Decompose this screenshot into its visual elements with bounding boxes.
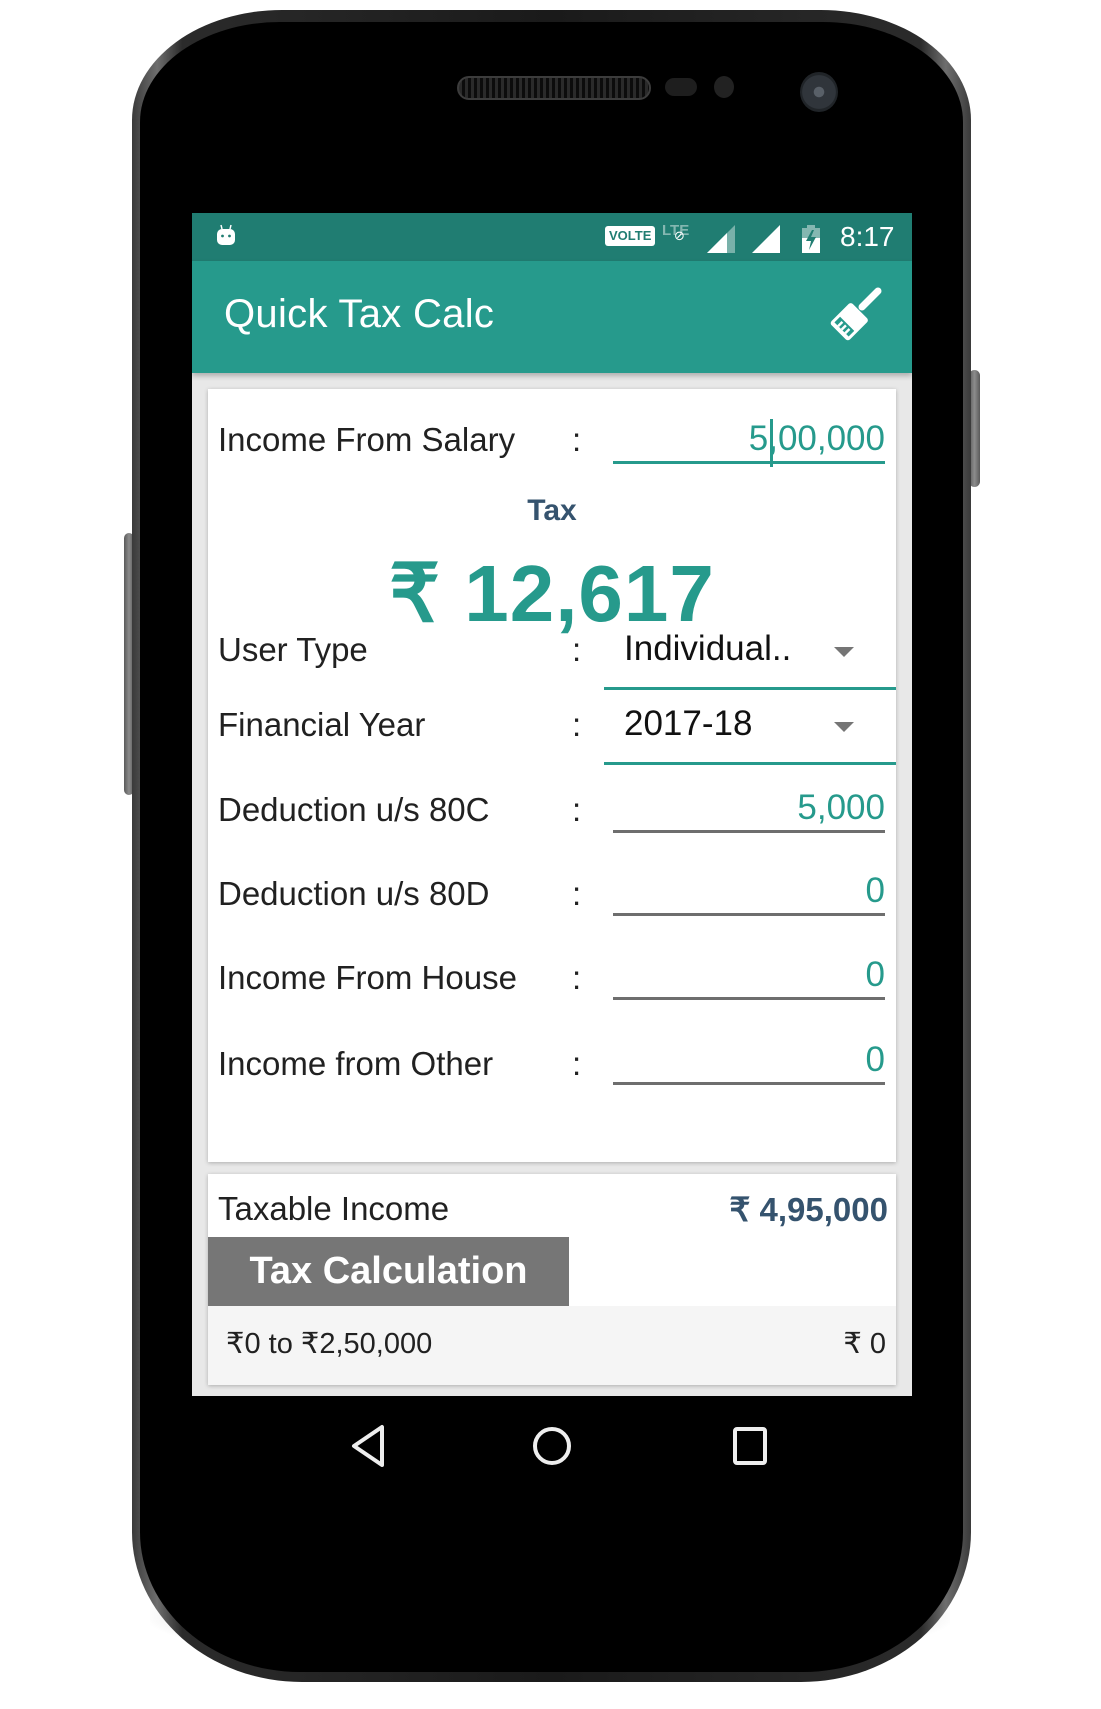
- recents-icon[interactable]: [722, 1421, 778, 1471]
- volte-badge: VOLTE: [605, 226, 656, 246]
- dropdown-arrow-icon: [834, 722, 854, 732]
- user-type-dropdown[interactable]: Individual..: [604, 617, 896, 690]
- earpiece-speaker: [457, 76, 651, 100]
- separator: :: [572, 421, 582, 458]
- android-robot-icon: [217, 224, 235, 245]
- battery-charging-icon: [802, 225, 820, 253]
- deduction-80c-label: Deduction u/s 80C: [218, 791, 490, 828]
- income-other-label: Income from Other: [218, 1045, 494, 1082]
- separator: :: [572, 959, 582, 996]
- slab-range: ₹0 to ₹2,50,000: [226, 1328, 433, 1360]
- income-salary-label: Income From Salary: [218, 421, 516, 458]
- financial-year-dropdown[interactable]: 2017-18: [604, 692, 896, 765]
- front-camera: [800, 72, 838, 112]
- separator: :: [572, 1045, 582, 1082]
- deduction-80c-input[interactable]: [613, 786, 885, 833]
- text-cursor: [770, 419, 773, 467]
- income-house-input[interactable]: [613, 953, 885, 1000]
- status-bar: VOLTE LTE ⊘ 8:17: [192, 213, 912, 261]
- taxable-income-label: Taxable Income: [218, 1190, 450, 1227]
- signal-icon: [707, 225, 735, 253]
- financial-year-label: Financial Year: [218, 706, 426, 743]
- proximity-sensor: [665, 78, 697, 96]
- dropdown-arrow-icon: [834, 647, 854, 657]
- separator: :: [572, 706, 582, 743]
- separator: :: [572, 631, 582, 668]
- deduction-80d-input[interactable]: [613, 869, 885, 916]
- slab-tax: ₹ 0: [843, 1328, 886, 1360]
- tax-label: Tax: [527, 494, 577, 527]
- app-bar: Quick Tax Calc: [192, 261, 912, 373]
- user-type-selected: Individual..: [624, 629, 792, 668]
- back-icon[interactable]: [342, 1421, 398, 1471]
- input-card: Income From Salary : Tax ₹ 12,617 User T…: [208, 389, 896, 1162]
- signal-icon: [752, 225, 780, 253]
- device-screen: VOLTE LTE ⊘ 8:17 Quick Tax Calc Income F…: [192, 213, 912, 1495]
- summary-card: Taxable Income ₹ 4,95,000 Tax Calculatio…: [208, 1174, 896, 1385]
- light-sensor: [714, 76, 734, 98]
- app-title: Quick Tax Calc: [224, 292, 495, 336]
- financial-year-selected: 2017-18: [624, 704, 753, 743]
- navigation-bar: [192, 1396, 912, 1495]
- separator: :: [572, 791, 582, 828]
- income-house-label: Income From House: [218, 959, 517, 996]
- no-data-icon: ⊘: [674, 228, 685, 243]
- income-salary-input[interactable]: [613, 417, 885, 464]
- tax-calculation-button[interactable]: Tax Calculation: [208, 1237, 569, 1306]
- income-other-input[interactable]: [613, 1038, 885, 1085]
- taxable-income-value: ₹ 4,95,000: [729, 1191, 888, 1228]
- separator: :: [572, 875, 582, 912]
- broom-clear-icon[interactable]: [822, 283, 886, 347]
- user-type-label: User Type: [218, 631, 368, 668]
- deduction-80d-label: Deduction u/s 80D: [218, 875, 490, 912]
- clock: 8:17: [840, 221, 895, 252]
- tax-slab-row: ₹0 to ₹2,50,000 ₹ 0: [208, 1306, 896, 1385]
- home-icon[interactable]: [524, 1421, 580, 1471]
